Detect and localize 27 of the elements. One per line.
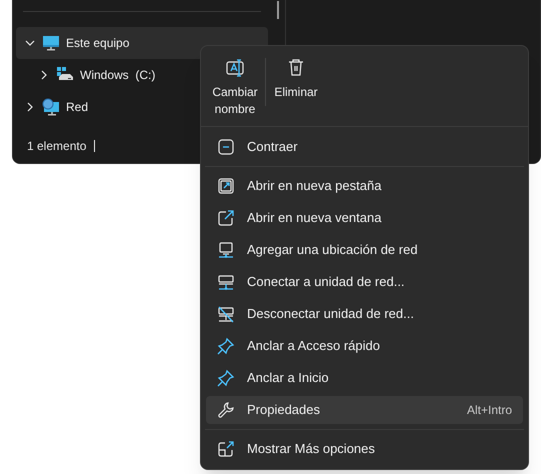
pin-icon [217, 337, 235, 355]
menu-item[interactable]: Contraer [206, 133, 523, 161]
more-options-icon [217, 440, 235, 458]
wrench-icon [217, 401, 235, 419]
trash-icon [287, 58, 305, 78]
pin-icon [217, 369, 235, 387]
menu-item[interactable]: Desconectar unidad de red... [206, 300, 523, 328]
monitor-icon [42, 34, 60, 52]
network-drive-icon [217, 273, 235, 291]
external-link-icon [217, 209, 235, 227]
disconnect-drive-icon [217, 305, 235, 323]
menu-item[interactable]: Anclar a Inicio [206, 364, 523, 392]
item-count: 1 elemento [27, 138, 86, 155]
menu-item[interactable]: Anclar a Acceso rápido [206, 332, 523, 360]
menu-item[interactable]: Propiedades Alt+Intro [206, 396, 523, 424]
new-tab-icon [217, 177, 235, 195]
computer-network-icon [217, 241, 235, 259]
scrollbar[interactable] [277, 1, 279, 19]
menu-item[interactable]: Abrir en nueva ventana [206, 204, 523, 232]
collapse-icon [217, 138, 235, 156]
menu-item[interactable]: Mostrar Más opciones [206, 435, 523, 463]
menu-item[interactable]: Agregar una ubicación de red [206, 236, 523, 264]
menu-item[interactable]: Abrir en nueva pestaña [206, 172, 523, 200]
network-icon [42, 98, 60, 116]
toolbar-button[interactable]: Eliminar [266, 54, 326, 105]
menu-item[interactable]: Conectar a unidad de red... [206, 268, 523, 296]
rename-icon [226, 58, 244, 78]
